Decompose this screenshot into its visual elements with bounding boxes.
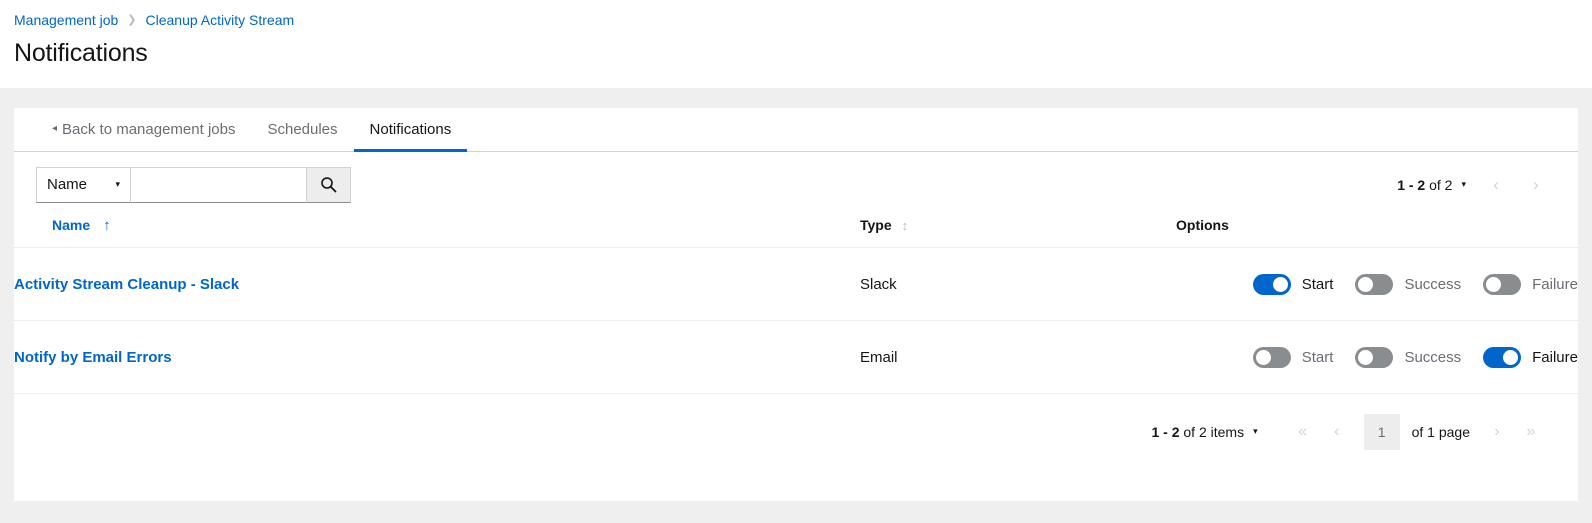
tab-notifications-label: Notifications: [369, 121, 452, 138]
bottom-pagination-first-button[interactable]: «: [1286, 415, 1320, 449]
toggle-start-label: Start: [1301, 348, 1334, 366]
top-pagination: 1 - 2 of 2 ▾ ‹ ›: [1397, 168, 1556, 202]
toggle-failure-label: Failure: [1532, 348, 1578, 366]
toggle-start[interactable]: [1252, 273, 1291, 295]
tab-schedules[interactable]: Schedules: [251, 108, 353, 151]
search-icon: [320, 176, 337, 193]
filter-key-value: Name: [47, 176, 88, 193]
column-header-options: Options: [1176, 217, 1578, 248]
option-start: Start: [1252, 346, 1334, 368]
toggle-start-label: Start: [1301, 275, 1334, 293]
toggle-group: Start Success Failure: [1176, 273, 1578, 295]
chevron-left-icon: ‹: [1493, 174, 1499, 194]
option-failure: Failure: [1483, 346, 1578, 368]
cell-name: Notify by Email Errors: [14, 320, 860, 394]
cell-name: Activity Stream Cleanup - Slack: [14, 247, 860, 321]
top-pagination-range: 1 - 2: [1397, 176, 1426, 193]
sort-unsorted-icon: ↕: [901, 217, 909, 233]
option-success: Success: [1355, 346, 1462, 368]
notification-name-link[interactable]: Activity Stream Cleanup - Slack: [14, 276, 239, 293]
top-pagination-summary[interactable]: 1 - 2 of 2 ▾: [1397, 177, 1466, 193]
double-chevron-right-icon: »: [1526, 422, 1536, 440]
bottom-pagination-prev-button[interactable]: ‹: [1320, 415, 1354, 449]
search-input[interactable]: [131, 166, 307, 203]
top-pagination-total: of 2: [1429, 176, 1453, 193]
chevron-right-icon: ›: [1494, 422, 1500, 440]
option-start: Start: [1252, 273, 1334, 295]
top-pagination-next-button[interactable]: ›: [1516, 168, 1556, 202]
toggle-success[interactable]: [1355, 273, 1394, 295]
list-toolbar: Name ▾ 1 - 2 of 2 ▾ ‹ ›: [14, 152, 1578, 217]
bottom-pagination-summary[interactable]: 1 - 2 of 2 items ▾: [1151, 424, 1257, 440]
toggle-failure-label: Failure: [1532, 275, 1578, 293]
breadcrumb-item-management-job[interactable]: Management job: [14, 11, 118, 29]
column-header-type: Type ↕: [860, 217, 1176, 248]
cell-type: Email: [860, 320, 1176, 394]
tab-back-to-management-jobs[interactable]: ◂ Back to management jobs: [36, 108, 251, 151]
page-header: Management job ❯ Cleanup Activity Stream…: [0, 0, 1592, 88]
bottom-pagination-next-button[interactable]: ›: [1480, 415, 1514, 449]
table-header-row: Name ↑ Type ↕ Options: [14, 217, 1578, 248]
chevron-down-icon: ▾: [1461, 179, 1466, 189]
tab-notifications[interactable]: Notifications: [353, 108, 468, 152]
notifications-table: Name ↑ Type ↕ Options Activity Stream Cl…: [14, 217, 1578, 394]
tab-bar: ◂ Back to management jobs Schedules Noti…: [14, 108, 1578, 152]
breadcrumb-item-cleanup-activity-stream[interactable]: Cleanup Activity Stream: [146, 11, 295, 29]
chevron-left-icon: ‹: [1333, 422, 1340, 440]
option-success: Success: [1355, 273, 1462, 295]
toggle-group: Start Success Failure: [1176, 346, 1578, 368]
chevron-down-icon: ▾: [1253, 426, 1258, 436]
tab-back-label: Back to management jobs: [62, 121, 236, 138]
toggle-success-label: Success: [1404, 275, 1462, 293]
double-chevron-left-icon: «: [1298, 422, 1308, 440]
page-body: ◂ Back to management jobs Schedules Noti…: [0, 88, 1592, 523]
page-number-input[interactable]: [1363, 413, 1400, 450]
breadcrumb: Management job ❯ Cleanup Activity Stream: [14, 11, 1592, 29]
bottom-pagination-total: of 2 items: [1183, 423, 1245, 440]
sort-by-name-button[interactable]: Name ↑: [52, 217, 111, 233]
sort-ascending-icon: ↑: [103, 216, 111, 234]
page-title: Notifications: [14, 39, 148, 67]
toggle-start[interactable]: [1252, 346, 1291, 368]
table-row: Activity Stream Cleanup - Slack Slack St…: [14, 247, 1578, 321]
chevron-right-icon: ❯: [127, 14, 137, 26]
chevron-right-icon: ›: [1533, 174, 1539, 194]
table-row: Notify by Email Errors Email Start Succe…: [14, 320, 1578, 394]
column-header-name-label: Name: [52, 217, 91, 233]
column-header-options-label: Options: [1176, 217, 1229, 233]
notification-name-link[interactable]: Notify by Email Errors: [14, 349, 172, 366]
top-pagination-prev-button[interactable]: ‹: [1476, 168, 1516, 202]
toggle-failure[interactable]: [1483, 346, 1522, 368]
filter-key-select[interactable]: Name ▾: [36, 166, 131, 203]
toggle-success-label: Success: [1404, 348, 1462, 366]
search-group: Name ▾: [36, 166, 351, 203]
cell-options: Start Success Failure: [1176, 320, 1578, 394]
column-header-type-label: Type: [860, 217, 892, 233]
tab-schedules-label: Schedules: [267, 121, 338, 138]
toggle-failure[interactable]: [1483, 273, 1522, 295]
toggle-success[interactable]: [1355, 346, 1394, 368]
cell-options: Start Success Failure: [1176, 247, 1578, 321]
column-header-name: Name ↑: [14, 217, 860, 248]
bottom-pagination-last-button[interactable]: »: [1514, 415, 1548, 449]
total-pages-label: of 1 page: [1411, 423, 1470, 440]
option-failure: Failure: [1483, 273, 1578, 295]
bottom-pagination-range: 1 - 2: [1151, 423, 1180, 440]
sort-by-type-button[interactable]: Type ↕: [860, 217, 908, 233]
chevron-down-icon: ▾: [115, 179, 120, 189]
cell-type: Slack: [860, 247, 1176, 321]
caret-left-icon: ◂: [52, 123, 58, 134]
bottom-pagination: 1 - 2 of 2 items ▾ « ‹ of 1 page › »: [14, 394, 1578, 469]
search-button[interactable]: [307, 166, 351, 203]
notifications-card: ◂ Back to management jobs Schedules Noti…: [14, 108, 1578, 501]
